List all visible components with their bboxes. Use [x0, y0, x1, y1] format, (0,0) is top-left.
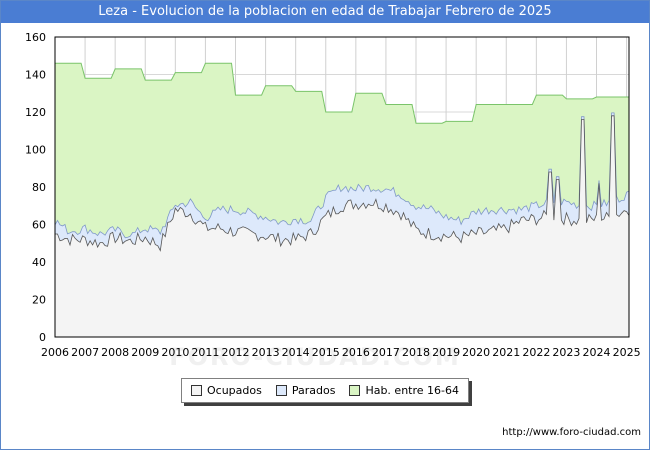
y-tick-label: 20: [32, 294, 46, 307]
legend-label-ocupados: Ocupados: [206, 384, 262, 397]
legend-item-habitantes: Hab. entre 16-64: [349, 384, 459, 397]
legend-label-habitantes: Hab. entre 16-64: [365, 384, 459, 397]
x-tick-label: 2010: [161, 346, 189, 359]
y-tick-label: 80: [32, 181, 46, 194]
legend-swatch-parados: [275, 385, 287, 396]
legend: Ocupados Parados Hab. entre 16-64: [181, 378, 469, 403]
x-tick-label: 2020: [462, 346, 490, 359]
x-tick-label: 2011: [191, 346, 219, 359]
legend-label-parados: Parados: [291, 384, 336, 397]
x-tick-label: 2022: [522, 346, 550, 359]
x-tick-label: 2008: [101, 346, 129, 359]
legend-item-parados: Parados: [275, 384, 336, 397]
x-tick-label: 2025: [613, 346, 641, 359]
x-tick-label: 2023: [552, 346, 580, 359]
x-tick-label: 2018: [402, 346, 430, 359]
y-tick-label: 40: [32, 256, 46, 269]
y-tick-label: 100: [25, 144, 46, 157]
y-tick-label: 160: [25, 31, 46, 44]
x-tick-label: 2012: [222, 346, 250, 359]
x-tick-label: 2017: [372, 346, 400, 359]
y-tick-label: 60: [32, 219, 46, 232]
legend-swatch-ocupados: [190, 385, 202, 396]
x-tick-label: 2024: [583, 346, 611, 359]
y-tick-label: 0: [39, 331, 46, 344]
source-url: http://www.foro-ciudad.com: [502, 427, 641, 438]
y-tick-labels: 0 20 40 60 80 100 120 140 160: [25, 31, 46, 344]
y-tick-label: 140: [25, 69, 46, 82]
legend-swatch-habitantes: [349, 385, 361, 396]
legend-item-ocupados: Ocupados: [190, 384, 262, 397]
x-tick-label: 2013: [252, 346, 280, 359]
x-tick-label: 2021: [492, 346, 520, 359]
x-tick-label: 2016: [342, 346, 370, 359]
y-tick-label: 120: [25, 106, 46, 119]
x-tick-label: 2019: [432, 346, 460, 359]
x-tick-label: 2006: [41, 346, 69, 359]
x-tick-label: 2014: [282, 346, 310, 359]
x-tick-label: 2015: [312, 346, 340, 359]
x-tick-label: 2007: [71, 346, 99, 359]
x-tick-label: 2009: [131, 346, 159, 359]
